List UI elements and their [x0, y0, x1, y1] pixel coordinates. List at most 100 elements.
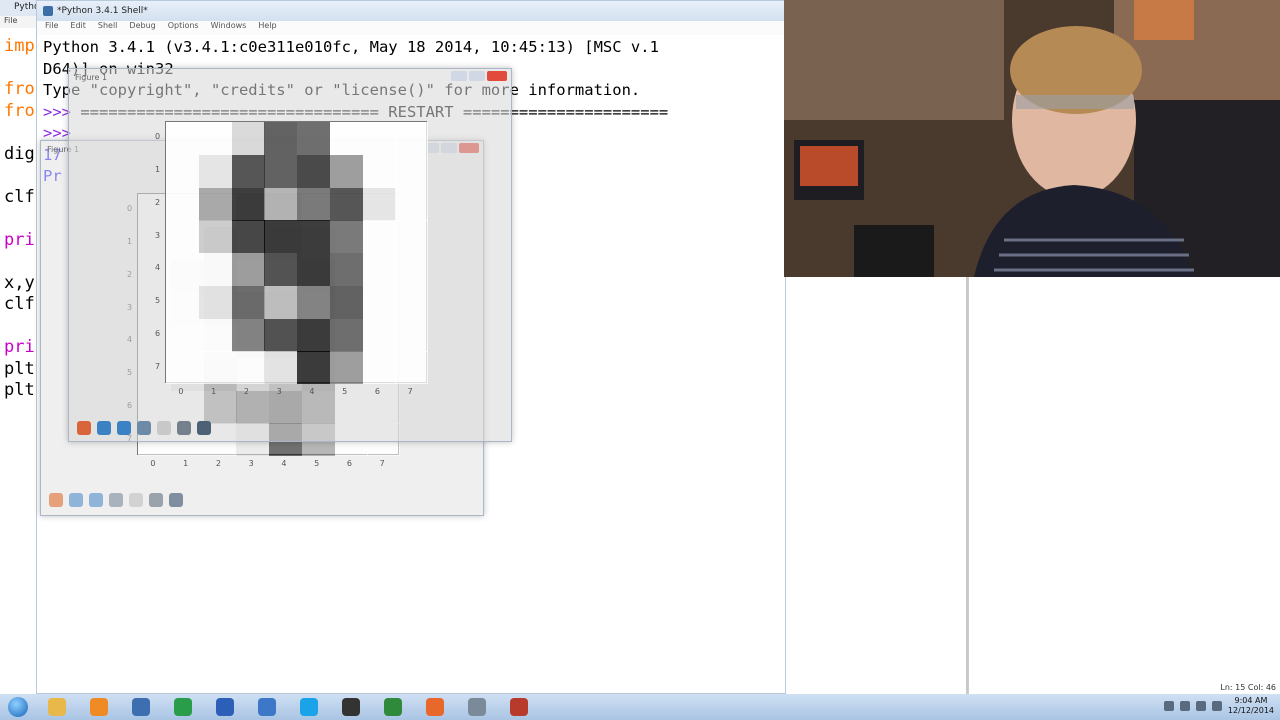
game-icon	[510, 698, 528, 716]
editor-code[interactable]: imp fro fro dig clf pri x,y clf pri plt plt	[0, 28, 39, 402]
pixel-cell	[362, 253, 396, 286]
figure-toolbar	[77, 421, 211, 435]
x-tick-label: 2	[243, 387, 249, 396]
maximize-button[interactable]	[469, 71, 485, 81]
pixel-cell	[395, 253, 429, 286]
pixel-cell	[362, 154, 396, 188]
editor-line: pri	[4, 229, 35, 250]
file-explorer-icon	[48, 698, 66, 716]
pixel-cell	[362, 220, 396, 254]
volume-icon[interactable]	[1211, 701, 1222, 711]
system-tray: 9:04 AM 12/12/2014	[1163, 696, 1274, 716]
taskbar-item[interactable]	[375, 695, 411, 719]
pixel-cell	[297, 187, 330, 221]
configure-icon[interactable]	[177, 421, 191, 435]
start-button[interactable]	[0, 694, 36, 720]
editor-line: pri	[4, 337, 35, 357]
x-tick-label: 5	[314, 459, 320, 468]
zoom-icon[interactable]	[157, 421, 171, 435]
x-tick-label: 0	[178, 387, 184, 396]
pixel-cell	[329, 285, 363, 319]
menu-edit[interactable]: Edit	[70, 21, 86, 35]
pan-icon[interactable]	[109, 493, 123, 507]
taskbar-item[interactable]	[165, 695, 201, 719]
y-tick-label: 2	[155, 197, 161, 207]
save-icon[interactable]	[169, 493, 183, 507]
pixel-cell	[231, 351, 265, 385]
pixel-cell	[329, 220, 363, 254]
editor-line: fro	[4, 79, 35, 99]
flag-icon[interactable]	[1179, 701, 1190, 711]
pixel-cell	[166, 285, 199, 319]
back-icon[interactable]	[97, 421, 111, 435]
editor-line: x,y	[4, 272, 35, 293]
x-tick-label: 4	[309, 387, 315, 396]
window-controls	[451, 71, 507, 81]
y-tick-label: 0	[155, 132, 161, 142]
menu-options[interactable]: Options	[168, 21, 199, 35]
network-icon[interactable]	[1195, 701, 1206, 711]
pixel-cell	[297, 154, 330, 188]
close-button[interactable]	[487, 71, 507, 81]
home-icon[interactable]	[77, 421, 91, 435]
camera-icon	[468, 698, 486, 716]
skype-icon	[300, 698, 318, 716]
editor-window: Pytho File imp fro fro dig clf pri x,y clf…	[0, 0, 40, 694]
configure-icon[interactable]	[149, 493, 163, 507]
pixel-cell	[166, 220, 199, 254]
pixel-cell	[231, 220, 265, 254]
menu-help[interactable]: Help	[258, 21, 276, 35]
background-pane-right	[968, 276, 1280, 694]
x-tick-label: 2	[215, 459, 221, 468]
taskbar-item[interactable]	[501, 695, 537, 719]
pixel-cell	[329, 187, 363, 221]
taskbar-item[interactable]	[459, 695, 495, 719]
menu-shell[interactable]: Shell	[98, 21, 118, 35]
forward-icon[interactable]	[117, 421, 131, 435]
x-tick-label: 1	[183, 459, 189, 468]
minimize-button[interactable]	[451, 71, 467, 81]
x-tick-label: 0	[150, 459, 156, 468]
pixel-cell	[231, 285, 265, 319]
shell-titlebar[interactable]: *Python 3.4.1 Shell*	[37, 1, 785, 21]
webcam-overlay	[784, 0, 1280, 277]
pixel-cell	[166, 154, 199, 188]
x-tick-label: 7	[379, 459, 385, 468]
back-icon[interactable]	[69, 493, 83, 507]
forward-icon[interactable]	[89, 493, 103, 507]
taskbar-item[interactable]	[291, 695, 327, 719]
editor-menu[interactable]: File	[0, 16, 39, 28]
webcam-image	[784, 0, 1280, 277]
pixel-cell	[198, 154, 232, 188]
menu-windows[interactable]: Windows	[211, 21, 247, 35]
editor-icon	[216, 698, 234, 716]
taskbar-item[interactable]	[39, 695, 75, 719]
taskbar-item[interactable]	[417, 695, 453, 719]
pixel-cell	[297, 285, 330, 319]
y-tick-label: 4	[155, 263, 161, 273]
pixel-cell	[395, 318, 429, 352]
taskbar-item[interactable]	[123, 695, 159, 719]
taskbar-item[interactable]	[249, 695, 285, 719]
pixel-cell	[297, 220, 330, 254]
home-icon[interactable]	[49, 493, 63, 507]
figure-window-front[interactable]: Figure 1 0 1 2 3 4 5 6 7 0 1 2 3 4 5 6 7	[68, 68, 512, 442]
shell-title: *Python 3.4.1 Shell*	[57, 6, 148, 16]
clock[interactable]: 9:04 AM 12/12/2014	[1228, 696, 1274, 716]
taskbar-item[interactable]	[207, 695, 243, 719]
tray-arrow-icon[interactable]	[1163, 701, 1174, 711]
pixel-cell	[198, 318, 232, 352]
pan-icon[interactable]	[137, 421, 151, 435]
zoom-icon[interactable]	[129, 493, 143, 507]
pixel-cell	[329, 154, 363, 188]
pixel-cell	[362, 187, 396, 221]
taskbar-item[interactable]	[333, 695, 369, 719]
menu-debug[interactable]: Debug	[129, 21, 155, 35]
menu-file[interactable]: File	[45, 21, 58, 35]
pixel-cell	[166, 122, 199, 155]
pixel-cell	[166, 253, 199, 286]
taskbar-item[interactable]	[81, 695, 117, 719]
save-icon[interactable]	[197, 421, 211, 435]
